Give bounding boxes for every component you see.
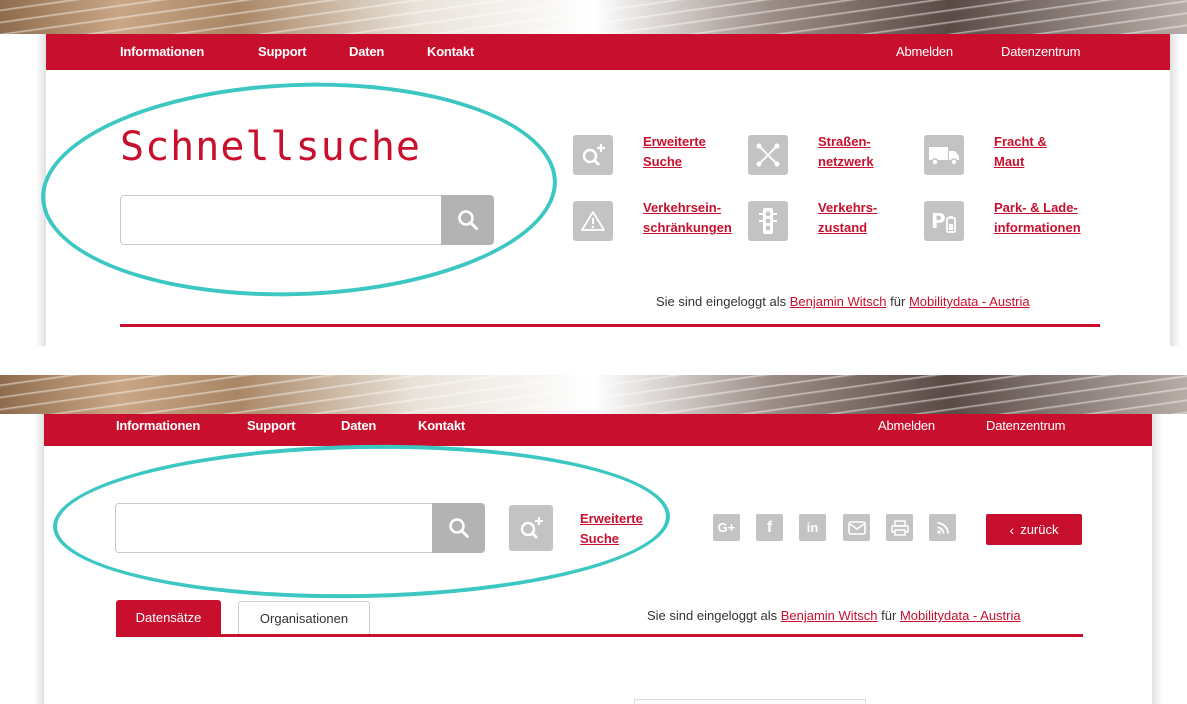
user-link[interactable]: Benjamin Witsch <box>781 608 878 623</box>
link-park-ladeinformationen[interactable]: Park- & Lade-informationen <box>994 198 1081 238</box>
nav-daten[interactable]: Daten <box>349 34 384 70</box>
mail-icon[interactable] <box>843 514 870 541</box>
nav-datenzentrum[interactable]: Datenzentrum <box>1001 34 1080 70</box>
screenshot-stage: Informationen Support Daten Kontakt Abme… <box>0 0 1187 704</box>
login-status: Sie sind eingeloggt als Benjamin Witsch … <box>647 608 1021 623</box>
nav-informationen[interactable]: Informationen <box>120 34 204 70</box>
organization-link[interactable]: Mobilitydata - Austria <box>909 294 1030 309</box>
print-icon[interactable] <box>886 514 913 541</box>
header-banner-image <box>0 0 1187 34</box>
search-plus-icon[interactable] <box>573 135 613 175</box>
tab-organisationen[interactable]: Organisationen <box>238 601 370 635</box>
main-nav: Informationen Support Daten Kontakt Abme… <box>44 414 1152 446</box>
svg-text:P: P <box>931 209 946 233</box>
link-erweiterte-suche[interactable]: Erweiterte Suche <box>643 132 706 172</box>
link-strassennetzwerk[interactable]: Straßen-netzwerk <box>818 132 874 172</box>
nav-abmelden[interactable]: Abmelden <box>878 414 935 438</box>
back-button[interactable]: ‹ zurück <box>986 514 1082 545</box>
nav-kontakt[interactable]: Kontakt <box>427 34 474 70</box>
partial-control <box>634 699 866 704</box>
nav-abmelden[interactable]: Abmelden <box>896 34 953 70</box>
linkedin-icon[interactable]: in <box>799 514 826 541</box>
divider-line <box>116 634 1083 637</box>
truck-icon[interactable] <box>924 135 964 175</box>
nav-kontakt[interactable]: Kontakt <box>418 414 465 438</box>
link-verkehrszustand[interactable]: Verkehrs-zustand <box>818 198 877 238</box>
facebook-icon[interactable]: f <box>756 514 783 541</box>
google-plus-icon[interactable]: G+ <box>713 514 740 541</box>
header-banner-image <box>0 375 1187 414</box>
user-link[interactable]: Benjamin Witsch <box>790 294 887 309</box>
warning-icon[interactable] <box>573 201 613 241</box>
home-panel: Informationen Support Daten Kontakt Abme… <box>0 0 1187 346</box>
nav-support[interactable]: Support <box>247 414 296 438</box>
traffic-light-icon[interactable] <box>748 201 788 241</box>
link-fracht-maut[interactable]: Fracht & Maut <box>994 132 1047 172</box>
main-nav: Informationen Support Daten Kontakt Abme… <box>46 34 1170 70</box>
chevron-left-icon: ‹ <box>1009 521 1015 538</box>
parking-charging-icon[interactable]: P <box>924 201 964 241</box>
login-status: Sie sind eingeloggt als Benjamin Witsch … <box>656 294 1030 309</box>
nav-daten[interactable]: Daten <box>341 414 376 438</box>
results-panel: Informationen Support Daten Kontakt Abme… <box>0 375 1187 704</box>
tab-datensaetze[interactable]: Datensätze <box>116 600 221 635</box>
link-verkehrseinschraenkungen[interactable]: Verkehrsein-schränkungen <box>643 198 732 238</box>
organization-link[interactable]: Mobilitydata - Austria <box>900 608 1021 623</box>
divider-line <box>120 324 1100 327</box>
nav-support[interactable]: Support <box>258 34 307 70</box>
road-network-icon[interactable] <box>748 135 788 175</box>
nav-informationen[interactable]: Informationen <box>116 414 200 438</box>
rss-icon[interactable] <box>929 514 956 541</box>
nav-datenzentrum[interactable]: Datenzentrum <box>986 414 1065 438</box>
